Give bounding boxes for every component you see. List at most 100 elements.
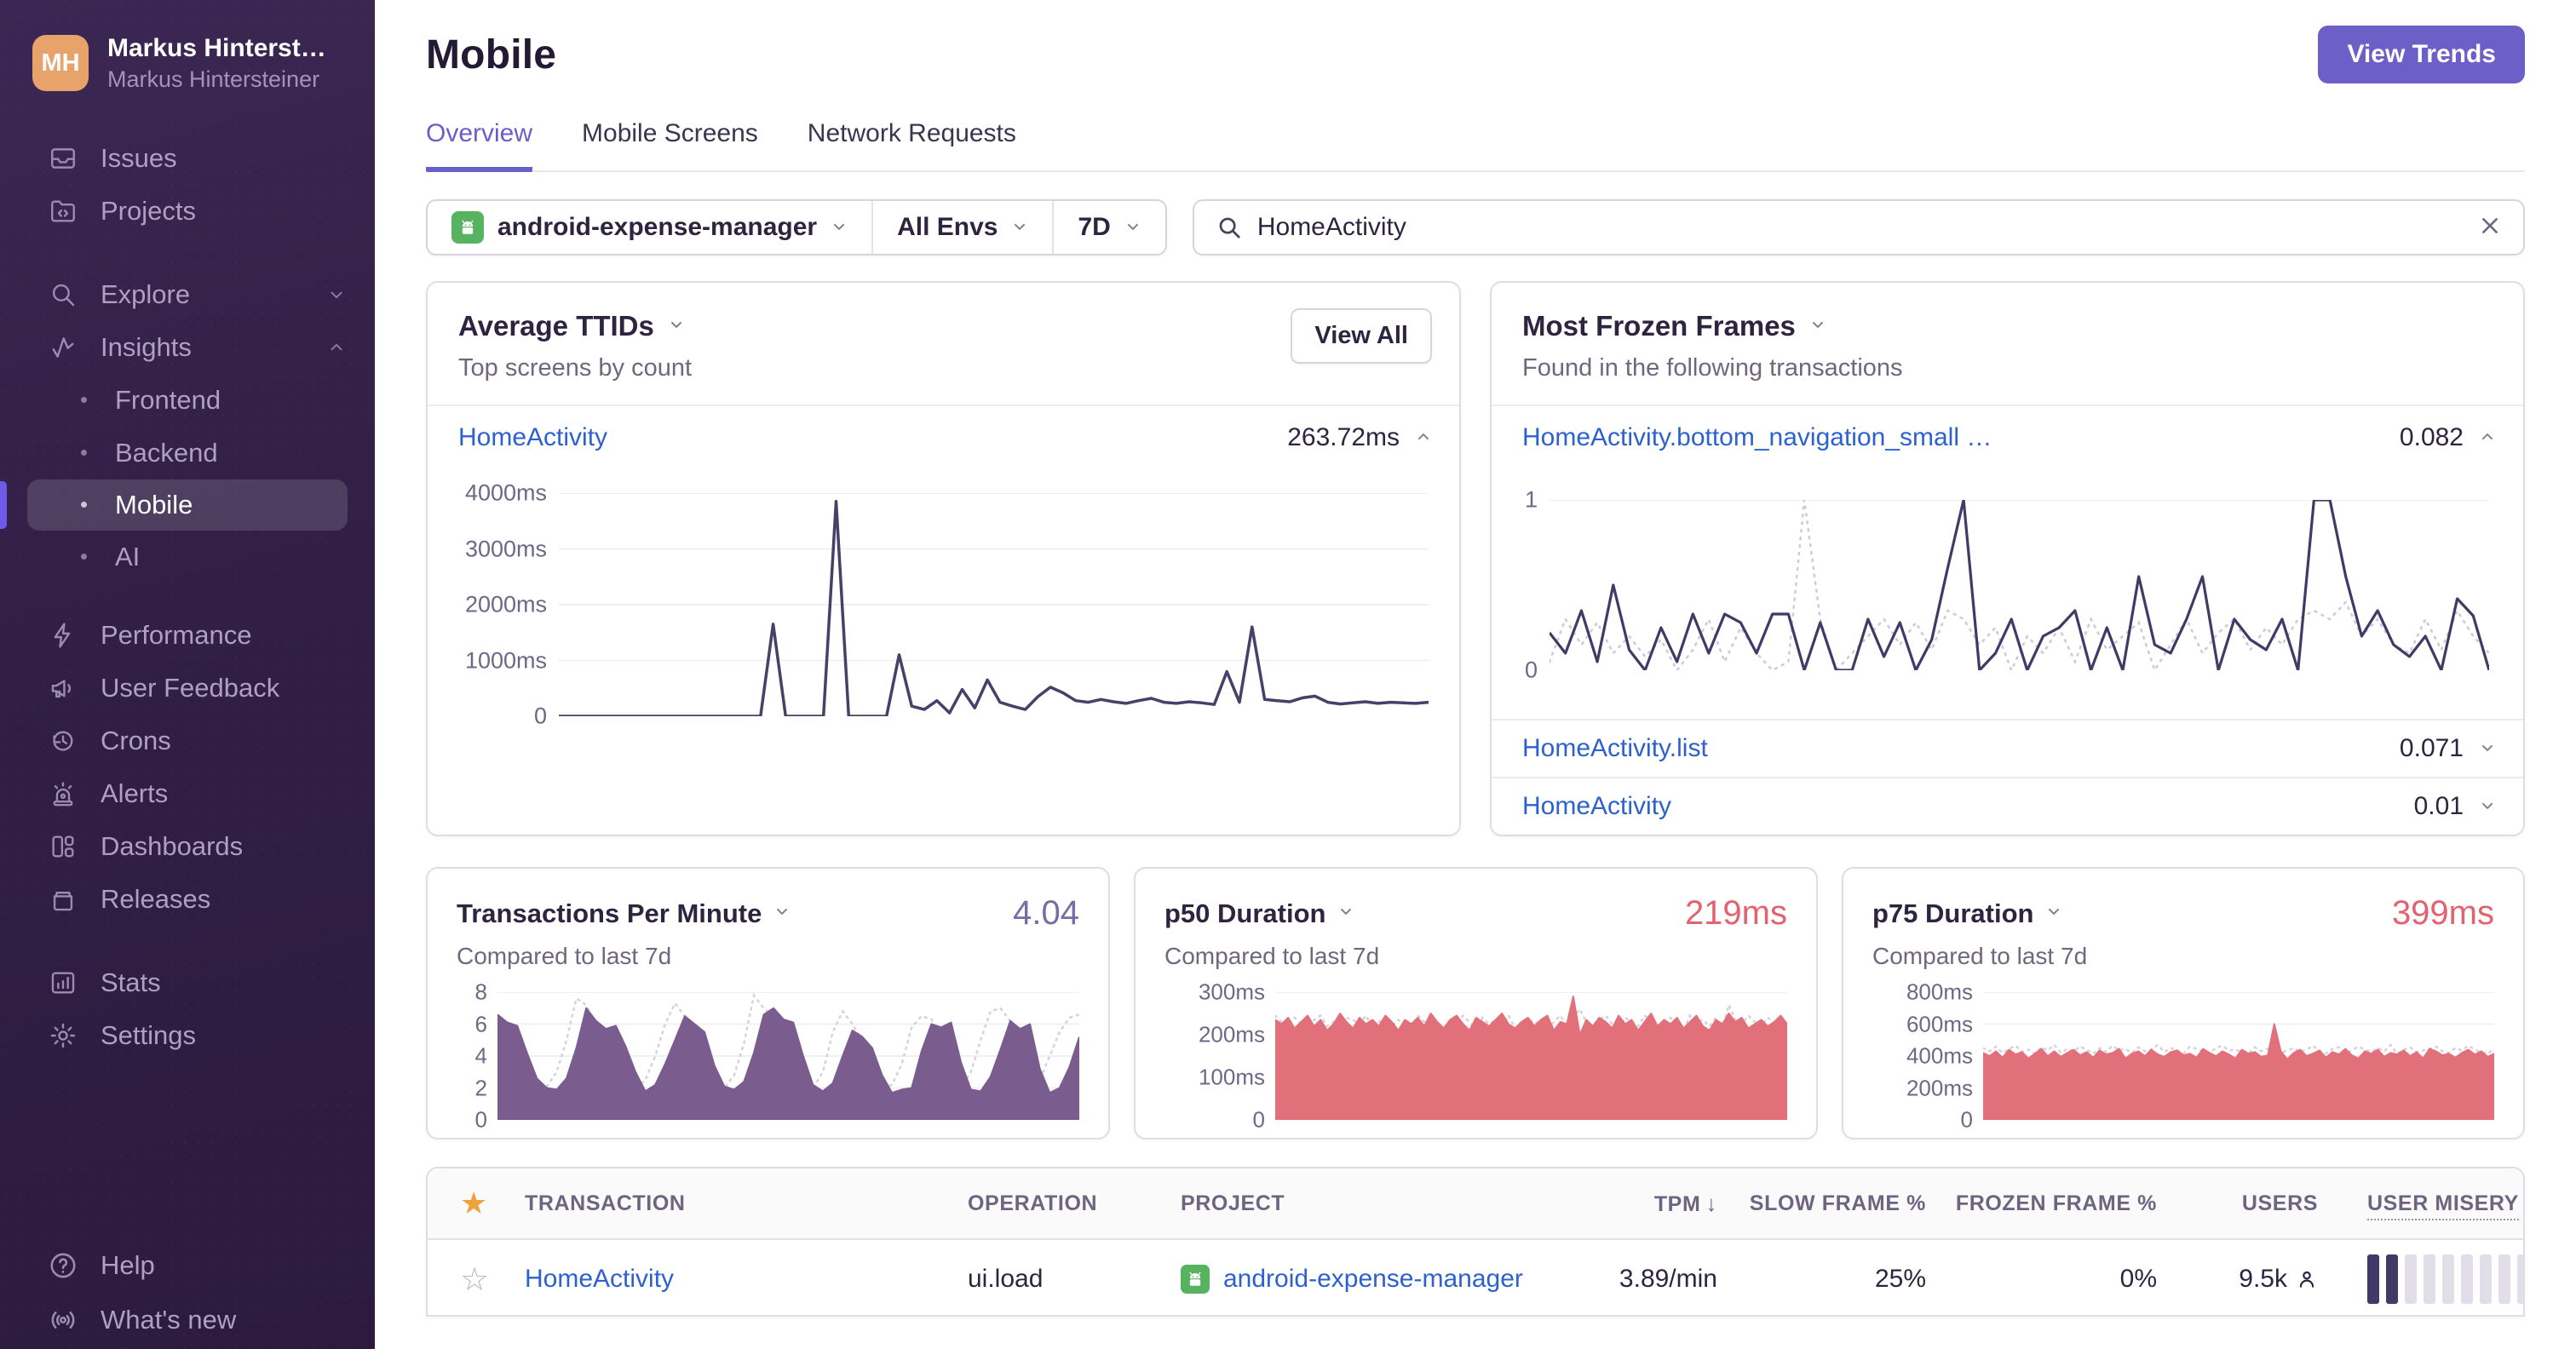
clear-search-icon[interactable] bbox=[2479, 215, 2501, 241]
search-icon bbox=[48, 279, 78, 310]
card-subtitle: Compared to last 7d bbox=[1872, 943, 2088, 969]
transaction-link[interactable]: HomeActivity.bottom_navigation_small … bbox=[1522, 423, 1992, 452]
project-filter[interactable]: android-expense-manager bbox=[428, 201, 871, 254]
column-header-transaction[interactable]: TRANSACTION bbox=[525, 1191, 968, 1216]
date-range-filter[interactable]: 7D bbox=[1052, 201, 1164, 254]
sidebar-item-alerts[interactable]: Alerts bbox=[0, 767, 375, 820]
transaction-link[interactable]: HomeActivity.list bbox=[1522, 734, 1708, 763]
y-axis-labels: 4000ms 3000ms 2000ms 1000ms 0 bbox=[464, 479, 547, 729]
insights-icon bbox=[48, 332, 78, 363]
sidebar-item-frontend[interactable]: Frontend bbox=[0, 374, 375, 427]
tab-mobile-screens[interactable]: Mobile Screens bbox=[582, 119, 758, 172]
sidebar-item-performance[interactable]: Performance bbox=[0, 609, 375, 662]
project-link[interactable]: android-expense-manager bbox=[1223, 1265, 1523, 1294]
star-icon[interactable]: ★ bbox=[460, 1185, 525, 1221]
chevron-up-icon[interactable] bbox=[2479, 423, 2496, 452]
card-title: Transactions Per Minute bbox=[457, 898, 762, 928]
bullet-icon bbox=[81, 397, 87, 404]
filter-bar: android-expense-manager All Envs 7D bbox=[426, 199, 2525, 255]
sidebar-item-label: Explore bbox=[101, 278, 191, 309]
sidebar-item-mobile[interactable]: Mobile bbox=[27, 479, 348, 531]
sidebar-item-backend[interactable]: Backend bbox=[0, 427, 375, 479]
chevron-down-icon bbox=[1011, 213, 1028, 242]
card-subtitle: Compared to last 7d bbox=[1164, 943, 1380, 969]
view-trends-button[interactable]: View Trends bbox=[2318, 26, 2525, 83]
y-axis-labels: 800ms 600ms 400ms 200ms 0 bbox=[1906, 979, 1973, 1133]
sidebar-item-whats-new[interactable]: What's new bbox=[0, 1293, 375, 1347]
sidebar-item-ai[interactable]: AI bbox=[0, 531, 375, 583]
project-cell: android-expense-manager bbox=[1181, 1265, 1538, 1294]
transaction-link[interactable]: HomeActivity bbox=[525, 1265, 968, 1294]
issues-icon bbox=[48, 143, 78, 174]
sidebar-item-crons[interactable]: Crons bbox=[0, 715, 375, 767]
chevron-down-icon[interactable] bbox=[1337, 903, 1354, 924]
android-icon bbox=[451, 211, 484, 244]
column-header-tpm[interactable]: TPM ↓ bbox=[1654, 1191, 1734, 1217]
card-title: Average TTIDs bbox=[458, 310, 654, 342]
sidebar-item-explore[interactable]: Explore bbox=[0, 268, 375, 321]
sidebar-item-dashboards[interactable]: Dashboards bbox=[0, 820, 375, 873]
tpm-value: 4.04 bbox=[1013, 894, 1079, 932]
search-input[interactable] bbox=[1256, 213, 2464, 242]
sidebar-item-label: Insights bbox=[101, 331, 192, 362]
org-user-switcher[interactable]: MH Markus Hinterst… Markus Hintersteiner bbox=[0, 0, 375, 120]
sidebar-item-label: Backend bbox=[115, 437, 218, 468]
p75-duration-card: p75 Duration 399ms Compared to last 7d 8… bbox=[1842, 867, 2525, 1139]
column-header-operation[interactable]: OPERATION bbox=[968, 1191, 1181, 1216]
active-indicator bbox=[0, 480, 7, 529]
sidebar-item-issues[interactable]: Issues bbox=[0, 132, 375, 185]
sidebar-item-releases[interactable]: Releases bbox=[0, 873, 375, 926]
tab-network-requests[interactable]: Network Requests bbox=[808, 119, 1016, 172]
most-frozen-frames-card: Most Frozen Frames Found in the followin… bbox=[1490, 281, 2525, 836]
chevron-down-icon bbox=[831, 213, 848, 242]
column-header-users[interactable]: USERS bbox=[2242, 1191, 2335, 1216]
sidebar-item-settings[interactable]: Settings bbox=[0, 1009, 375, 1062]
sidebar-item-projects[interactable]: Projects bbox=[0, 185, 375, 238]
gear-icon bbox=[48, 1020, 78, 1051]
star-outline-icon[interactable]: ☆ bbox=[460, 1260, 525, 1299]
environment-filter[interactable]: All Envs bbox=[871, 201, 1052, 254]
chevron-up-icon bbox=[327, 338, 346, 357]
tab-overview[interactable]: Overview bbox=[426, 119, 533, 172]
chevron-down-icon[interactable] bbox=[2479, 734, 2496, 763]
sidebar-item-label: Stats bbox=[101, 967, 161, 997]
average-ttids-card: Average TTIDs Top screens by count View … bbox=[426, 281, 1461, 836]
card-title: p75 Duration bbox=[1872, 898, 2034, 928]
chevron-up-icon[interactable] bbox=[1415, 423, 1432, 452]
sidebar-item-label: Frontend bbox=[115, 384, 221, 415]
environment-filter-value: All Envs bbox=[897, 213, 998, 241]
column-header-frozen-frame[interactable]: FROZEN FRAME % bbox=[1956, 1191, 2174, 1216]
chevron-down-icon[interactable] bbox=[2479, 792, 2496, 821]
clock-icon bbox=[48, 726, 78, 756]
tab-bar: Overview Mobile Screens Network Requests bbox=[426, 119, 2525, 172]
table-row: ☆ HomeActivity ui.load android-expense-m… bbox=[428, 1240, 2523, 1315]
column-header-slow-frame[interactable]: SLOW FRAME % bbox=[1750, 1191, 1943, 1216]
chevron-down-icon[interactable] bbox=[1809, 316, 1826, 337]
chevron-down-icon[interactable] bbox=[773, 903, 791, 924]
card-subtitle: Found in the following transactions bbox=[1522, 354, 1903, 382]
avatar: MH bbox=[32, 35, 89, 92]
card-subtitle: Compared to last 7d bbox=[457, 943, 672, 969]
p50-duration-card: p50 Duration 219ms Compared to last 7d 3… bbox=[1134, 867, 1818, 1139]
chevron-down-icon[interactable] bbox=[2045, 903, 2062, 924]
transaction-link[interactable]: HomeActivity bbox=[1522, 792, 1671, 821]
bullet-icon bbox=[81, 554, 87, 560]
sort-desc-icon: ↓ bbox=[1705, 1190, 1717, 1216]
ttid-value: 263.72ms bbox=[1287, 423, 1400, 451]
column-header-project[interactable]: PROJECT bbox=[1181, 1191, 1538, 1216]
android-icon bbox=[1181, 1265, 1210, 1294]
sidebar-item-user-feedback[interactable]: User Feedback bbox=[0, 662, 375, 715]
transactions-table: ★ TRANSACTION OPERATION PROJECT TPM ↓ SLO… bbox=[426, 1167, 2525, 1317]
stats-icon bbox=[48, 967, 78, 998]
sidebar-item-help[interactable]: Help bbox=[0, 1238, 375, 1293]
frozen-transaction-row: HomeActivity.list 0.071 bbox=[1492, 720, 2523, 777]
sidebar-item-insights[interactable]: Insights bbox=[0, 321, 375, 374]
transaction-link[interactable]: HomeActivity bbox=[458, 423, 607, 452]
view-all-button[interactable]: View All bbox=[1291, 308, 1432, 364]
page-title: Mobile bbox=[426, 32, 557, 77]
slow-frame-cell: 25% bbox=[1874, 1265, 1926, 1293]
sidebar-item-stats[interactable]: Stats bbox=[0, 956, 375, 1009]
frozen-frames-line-chart bbox=[1550, 500, 2489, 670]
column-header-user-misery[interactable]: USER MISERY bbox=[2335, 1191, 2519, 1220]
chevron-down-icon[interactable] bbox=[668, 316, 685, 337]
